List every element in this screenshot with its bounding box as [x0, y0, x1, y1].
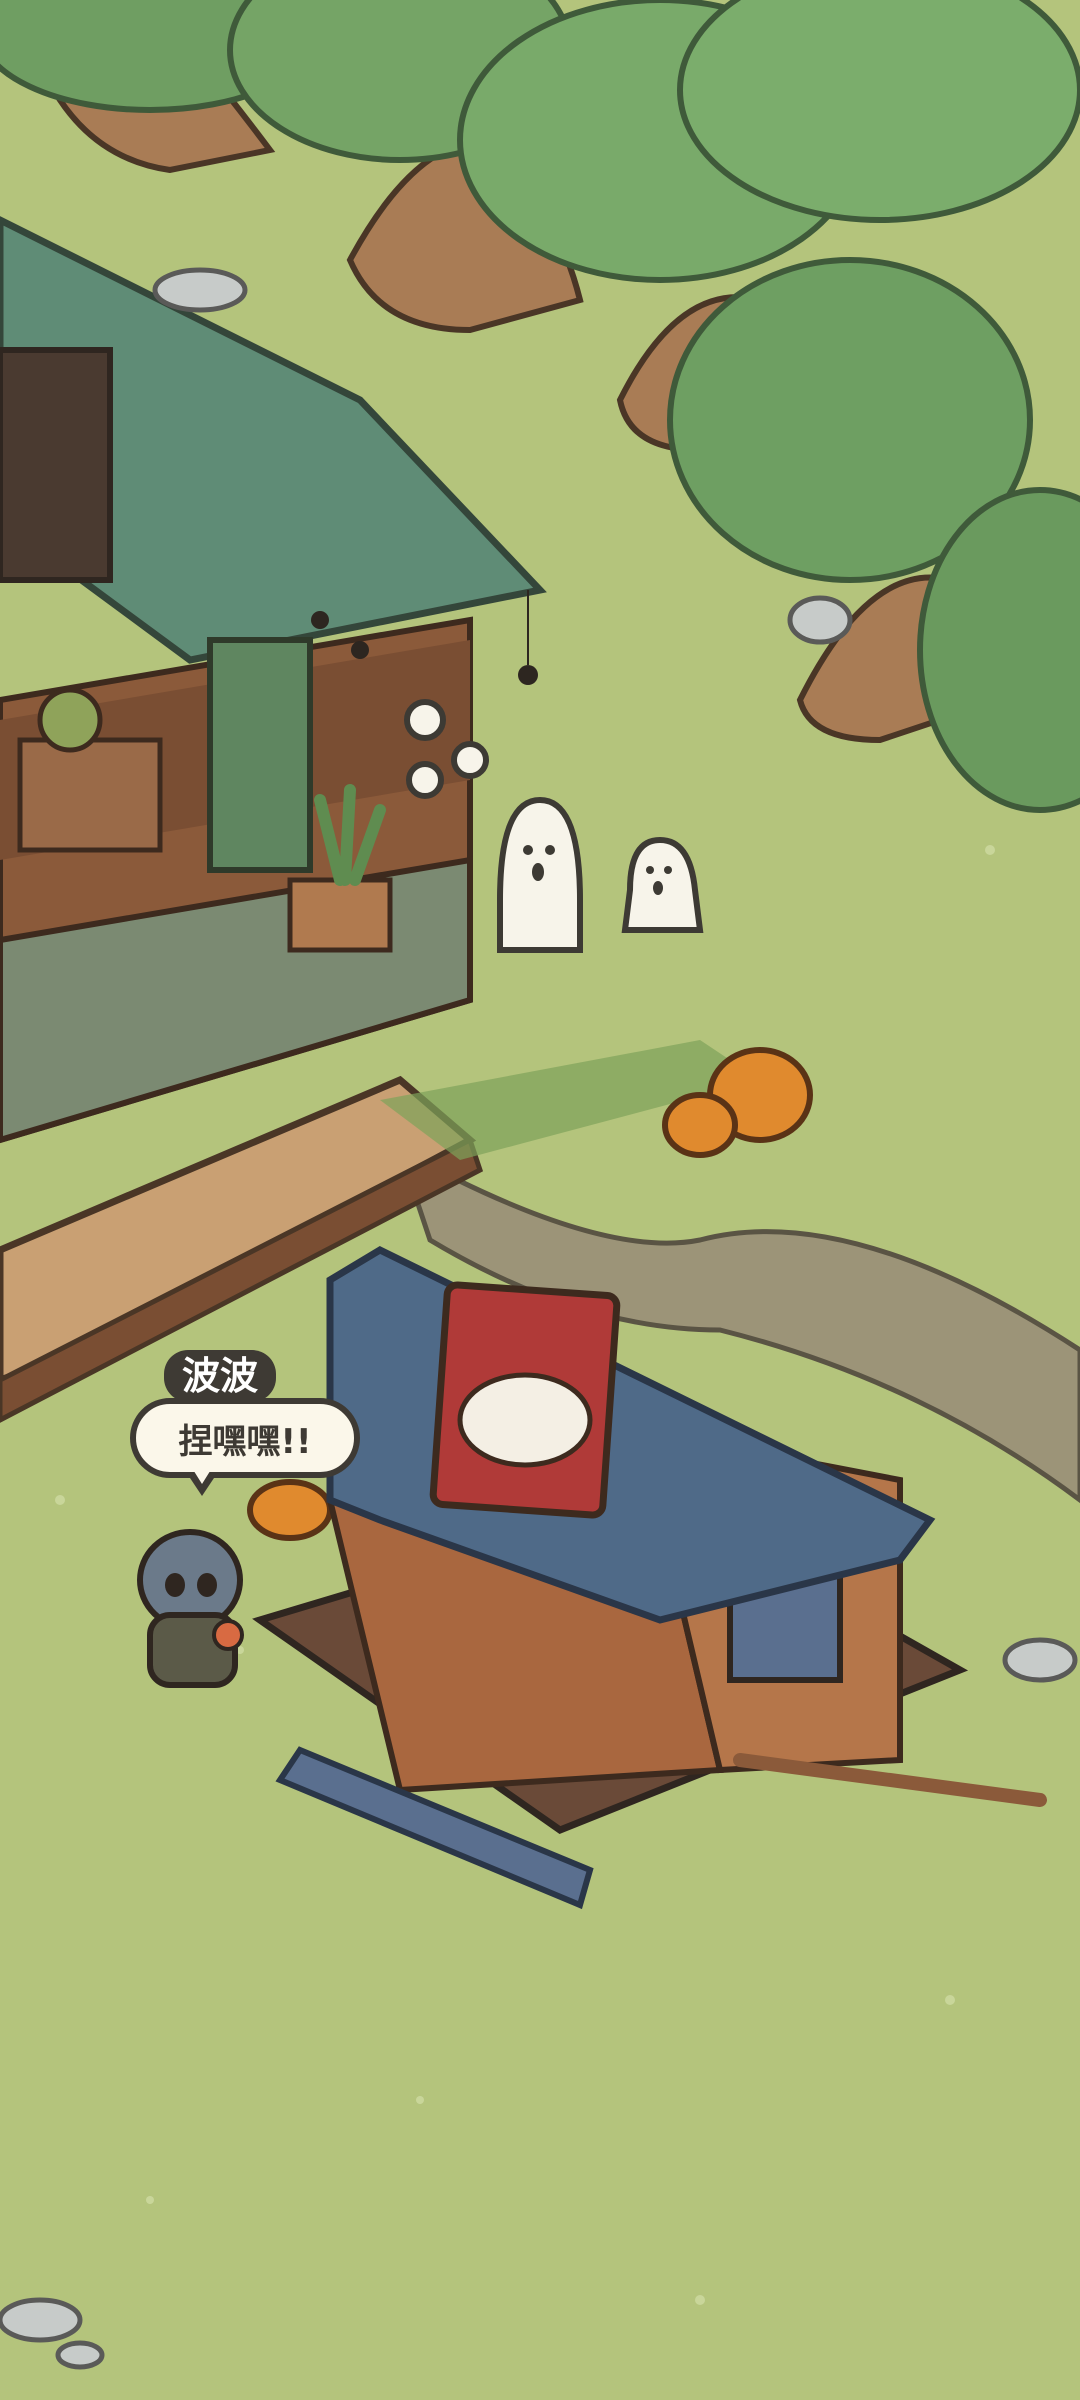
game-world[interactable]: [0, 0, 1080, 2400]
speaker-name-tag: 波波: [164, 1350, 277, 1402]
speech-bubble-text: 捏嘿嘿!!: [130, 1398, 360, 1478]
speech-bubble: 捏嘿嘿!! 波波: [130, 1350, 360, 1510]
game-scene[interactable]: 捏嘿嘿!! 波波: [0, 0, 1080, 2400]
speech-bubble-tail-inner: [192, 1468, 212, 1484]
raccoon-character[interactable]: [137, 1529, 244, 1688]
